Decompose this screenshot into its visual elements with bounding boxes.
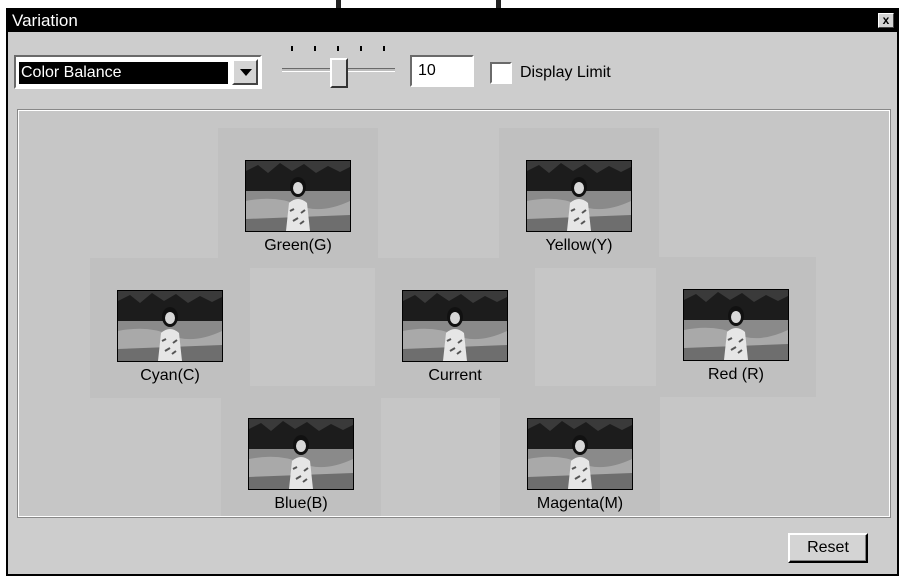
slider-thumb[interactable]	[330, 58, 348, 88]
variation-thumbnail-cyan[interactable]	[117, 290, 223, 362]
amount-input[interactable]: 10	[410, 55, 474, 87]
chevron-down-icon[interactable]	[232, 59, 258, 85]
variation-thumbnail-magenta[interactable]	[527, 418, 633, 490]
title-bar[interactable]: Variation x	[8, 10, 897, 32]
variation-thumbnail-blue[interactable]	[248, 418, 354, 490]
variation-label-yellow: Yellow(Y)	[545, 237, 613, 254]
slider-tick	[337, 46, 339, 51]
display-limit-label[interactable]: Display Limit	[520, 64, 611, 82]
mode-dropdown-value: Color Balance	[19, 62, 228, 84]
variation-thumbnail-green[interactable]	[245, 160, 351, 232]
variation-label-cyan: Cyan(C)	[140, 367, 200, 384]
variation-thumbnail-yellow[interactable]	[526, 160, 632, 232]
variation-label-blue: Blue(B)	[274, 495, 328, 512]
slider-tick	[360, 46, 362, 51]
variation-label-magenta: Magenta(M)	[536, 495, 624, 512]
mode-dropdown[interactable]: Color Balance	[14, 55, 262, 89]
slider-tick	[383, 46, 385, 51]
variation-thumbnail-current[interactable]	[402, 290, 508, 362]
variation-label-green: Green(G)	[264, 237, 332, 254]
variation-label-current: Current	[428, 367, 482, 384]
close-button[interactable]: x	[878, 13, 894, 28]
window-title: Variation	[12, 11, 78, 30]
reset-button[interactable]: Reset	[788, 533, 868, 563]
close-icon: x	[882, 13, 890, 27]
variation-label-red: Red (R)	[707, 366, 764, 383]
amount-slider[interactable]	[282, 38, 397, 90]
variation-thumbnail-red[interactable]	[683, 289, 789, 361]
display-limit-checkbox[interactable]	[490, 62, 512, 84]
slider-tick	[314, 46, 316, 51]
slider-tick	[291, 46, 293, 51]
amount-input-value: 10	[418, 62, 436, 79]
